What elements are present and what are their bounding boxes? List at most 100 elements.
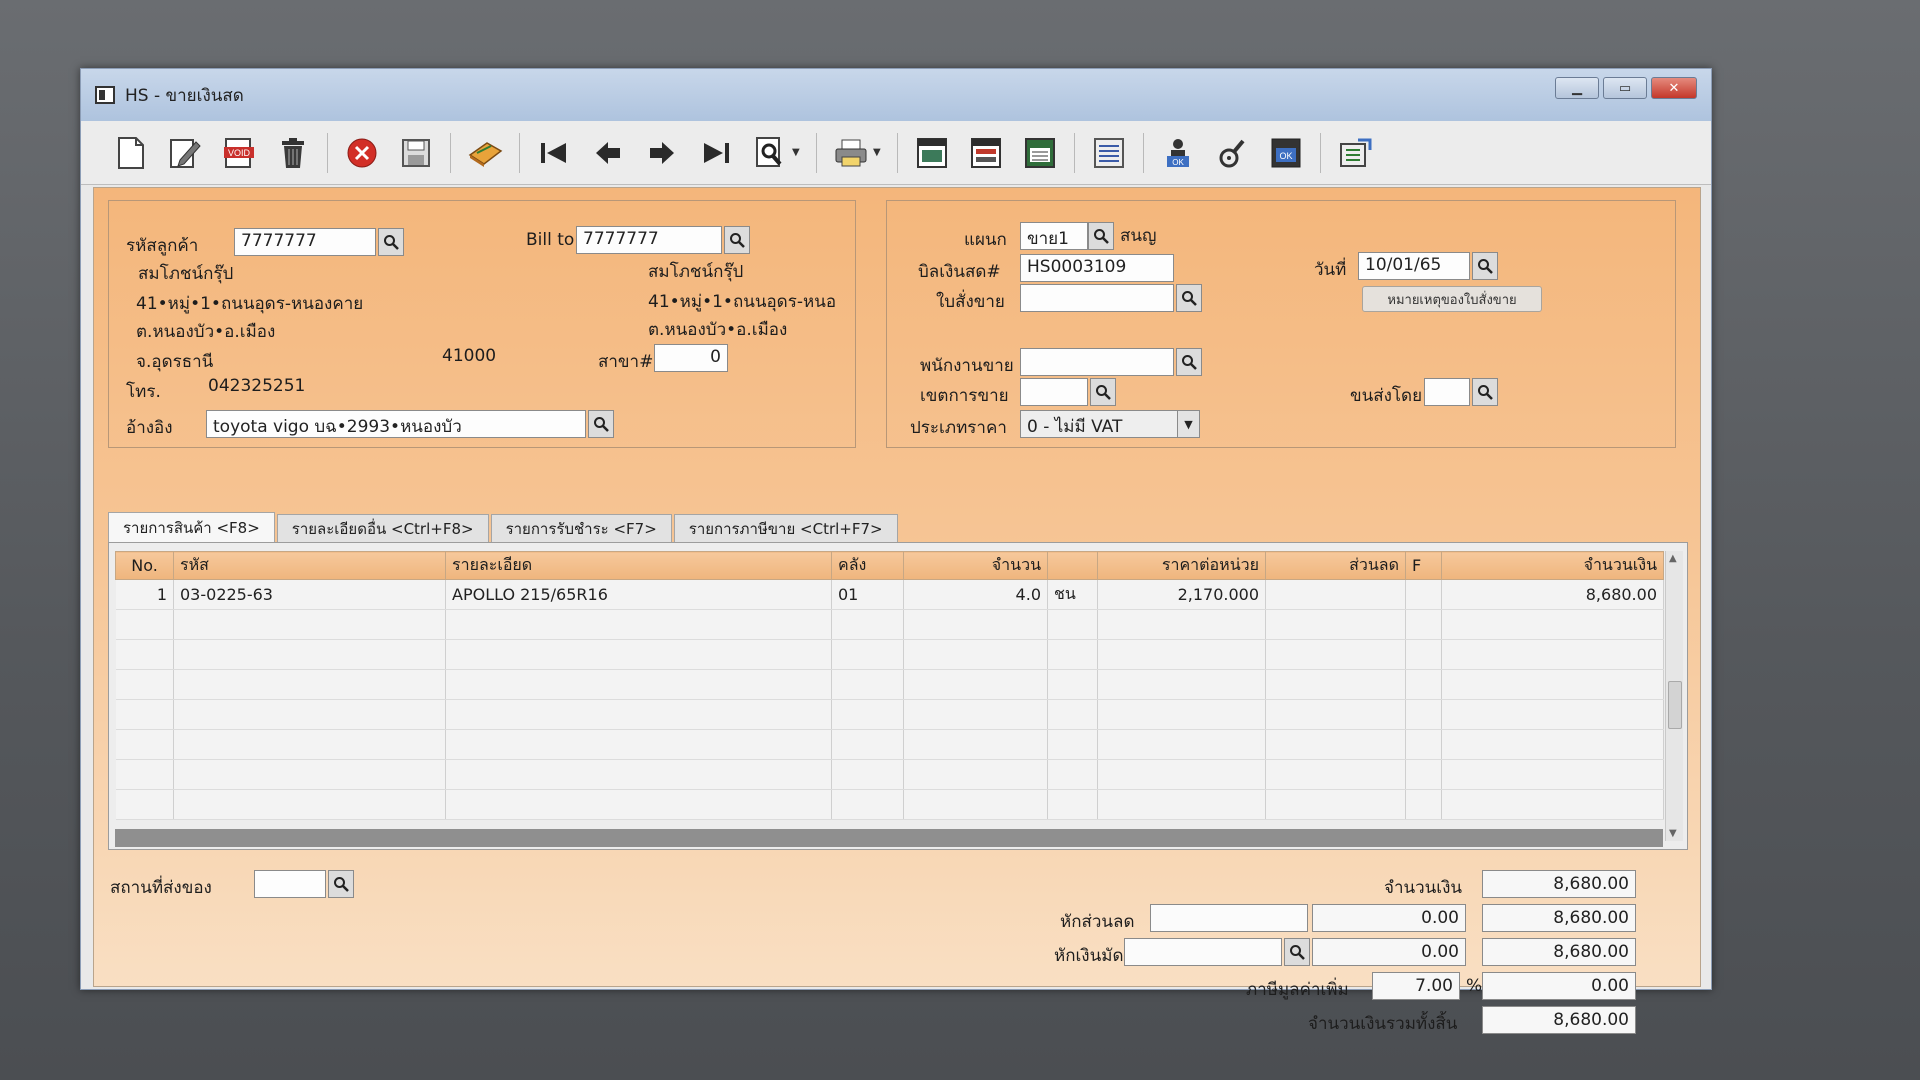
tab-payments[interactable]: รายการรับชำระ <F7> — [490, 514, 672, 542]
approve-icon[interactable]: OK — [1158, 133, 1198, 173]
table-row-empty[interactable] — [115, 639, 1664, 670]
delivery-place-search-button[interactable] — [328, 870, 354, 898]
window-controls: ▁ ▭ ✕ — [1555, 77, 1697, 99]
cell-unit-price[interactable]: 2,170.000 — [1097, 579, 1266, 610]
report-1-icon[interactable] — [912, 133, 952, 173]
reference-search-button[interactable] — [588, 410, 614, 438]
ship-by-search-button[interactable] — [1472, 378, 1498, 406]
col-amount[interactable]: จำนวนเงิน — [1441, 551, 1664, 580]
col-no[interactable]: No. — [115, 551, 174, 580]
cell-code[interactable]: 03-0225-63 — [173, 579, 446, 610]
ok-icon[interactable]: OK — [1266, 133, 1306, 173]
date-picker-button[interactable] — [1472, 252, 1498, 280]
table-row-empty[interactable] — [115, 669, 1664, 700]
save-icon[interactable] — [396, 133, 436, 173]
deposit-value-input[interactable]: 0.00 — [1312, 938, 1466, 966]
close-button[interactable]: ✕ — [1651, 77, 1697, 99]
print-dropdown-icon[interactable]: ▼ — [873, 147, 883, 158]
cell-no[interactable]: 1 — [115, 579, 174, 610]
sales-area-input[interactable] — [1020, 378, 1088, 406]
print-icon[interactable] — [831, 133, 871, 173]
chevron-down-icon[interactable]: ▼ — [1177, 411, 1199, 437]
vat-percent-sign: % — [1466, 976, 1483, 996]
grid-vertical-scrollbar[interactable]: ▲ ▼ — [1665, 551, 1683, 841]
salesman-search-button[interactable] — [1176, 348, 1202, 376]
department-input[interactable]: ขาย1 — [1020, 222, 1088, 250]
deposit-text-input[interactable] — [1124, 938, 1282, 966]
billto-search-button[interactable] — [724, 226, 750, 254]
table-row-empty[interactable] — [115, 699, 1664, 730]
cell-warehouse[interactable]: 01 — [831, 579, 904, 610]
cancel-icon[interactable] — [342, 133, 382, 173]
trash-icon[interactable] — [273, 133, 313, 173]
col-discount[interactable]: ส่วนลด — [1265, 551, 1406, 580]
tab-items[interactable]: รายการสินค้า <F8> — [108, 512, 275, 542]
list-icon[interactable] — [1089, 133, 1129, 173]
cell-quantity[interactable]: 4.0 — [903, 579, 1048, 610]
maximize-button[interactable]: ▭ — [1603, 77, 1647, 99]
void-icon[interactable]: VOID — [219, 133, 259, 173]
branch-input[interactable]: 0 — [654, 344, 728, 372]
col-code[interactable]: รหัส — [173, 551, 446, 580]
first-record-icon[interactable] — [534, 133, 574, 173]
col-description[interactable]: รายละเอียด — [445, 551, 832, 580]
price-type-select[interactable]: 0 - ไม่มี VAT ▼ — [1020, 410, 1200, 438]
tool-icon[interactable] — [1212, 133, 1252, 173]
sales-area-label: เขตการขาย — [920, 386, 1009, 406]
tab-sales-tax[interactable]: รายการภาษีขาย <Ctrl+F7> — [673, 514, 898, 542]
cell-unit[interactable]: ชน — [1047, 579, 1098, 610]
deposit-search-button[interactable] — [1284, 938, 1310, 966]
tab-other-details[interactable]: รายละเอียดอื่น <Ctrl+F8> — [276, 514, 489, 542]
minimize-button[interactable]: ▁ — [1555, 77, 1599, 99]
grid-horizontal-scrollbar[interactable] — [115, 829, 1663, 847]
find-dropdown-icon[interactable]: ▼ — [792, 147, 802, 158]
prev-record-icon[interactable] — [588, 133, 628, 173]
delivery-place-input[interactable] — [254, 870, 326, 898]
table-row-empty[interactable] — [115, 609, 1664, 640]
svg-text:VOID: VOID — [228, 148, 251, 158]
sales-area-search-button[interactable] — [1090, 378, 1116, 406]
report-3-icon[interactable] — [1020, 133, 1060, 173]
notebook-icon[interactable] — [465, 133, 505, 173]
scroll-up-icon[interactable]: ▲ — [1669, 553, 1677, 564]
col-warehouse[interactable]: คลัง — [831, 551, 904, 580]
table-row-empty[interactable] — [115, 759, 1664, 790]
next-record-icon[interactable] — [642, 133, 682, 173]
vat-rate-input[interactable]: 7.00 — [1372, 972, 1460, 1000]
cell-description[interactable]: APOLLO 215/65R16 — [445, 579, 832, 610]
table-row-empty[interactable] — [115, 729, 1664, 760]
discount-text-input[interactable] — [1150, 904, 1308, 932]
customer-search-button[interactable] — [378, 228, 404, 256]
customer-code-input[interactable]: 7777777 — [234, 228, 376, 256]
date-input[interactable]: 10/01/65 — [1358, 252, 1470, 280]
billto-code-input[interactable]: 7777777 — [576, 226, 722, 254]
col-unit[interactable] — [1047, 551, 1098, 580]
cell-flag[interactable] — [1405, 579, 1442, 610]
table-row[interactable]: 1 03-0225-63 APOLLO 215/65R16 01 4.0 ชน … — [115, 579, 1664, 610]
edit-icon[interactable] — [165, 133, 205, 173]
last-record-icon[interactable] — [696, 133, 736, 173]
col-flag[interactable]: F — [1405, 551, 1442, 580]
scroll-down-icon[interactable]: ▼ — [1669, 828, 1677, 839]
sales-order-search-button[interactable] — [1176, 284, 1202, 312]
cell-discount[interactable] — [1265, 579, 1406, 610]
report-2-icon[interactable] — [966, 133, 1006, 173]
cell-amount[interactable]: 8,680.00 — [1441, 579, 1664, 610]
new-doc-icon[interactable] — [111, 133, 151, 173]
table-row-empty[interactable] — [115, 789, 1664, 820]
window-title: HS - ขายเงินสด — [125, 85, 244, 106]
reference-input[interactable]: toyota vigo บฉ•2993•หนองบัว — [206, 410, 586, 438]
col-quantity[interactable]: จำนวน — [903, 551, 1048, 580]
bill-number-input[interactable]: HS0003109 — [1020, 254, 1174, 282]
discount-value-input[interactable]: 0.00 — [1312, 904, 1466, 932]
department-search-button[interactable] — [1088, 222, 1114, 250]
order-note-button[interactable]: หมายเหตุของใบสั่งขาย — [1362, 286, 1542, 312]
salesman-input[interactable] — [1020, 348, 1174, 376]
delivery-place-label: สถานที่ส่งของ — [110, 878, 212, 898]
find-icon[interactable] — [750, 133, 790, 173]
sales-order-input[interactable] — [1020, 284, 1174, 312]
ship-by-input[interactable] — [1424, 378, 1470, 406]
export-icon[interactable] — [1335, 133, 1375, 173]
scroll-thumb[interactable] — [1668, 681, 1682, 729]
col-unit-price[interactable]: ราคาต่อหน่วย — [1097, 551, 1266, 580]
